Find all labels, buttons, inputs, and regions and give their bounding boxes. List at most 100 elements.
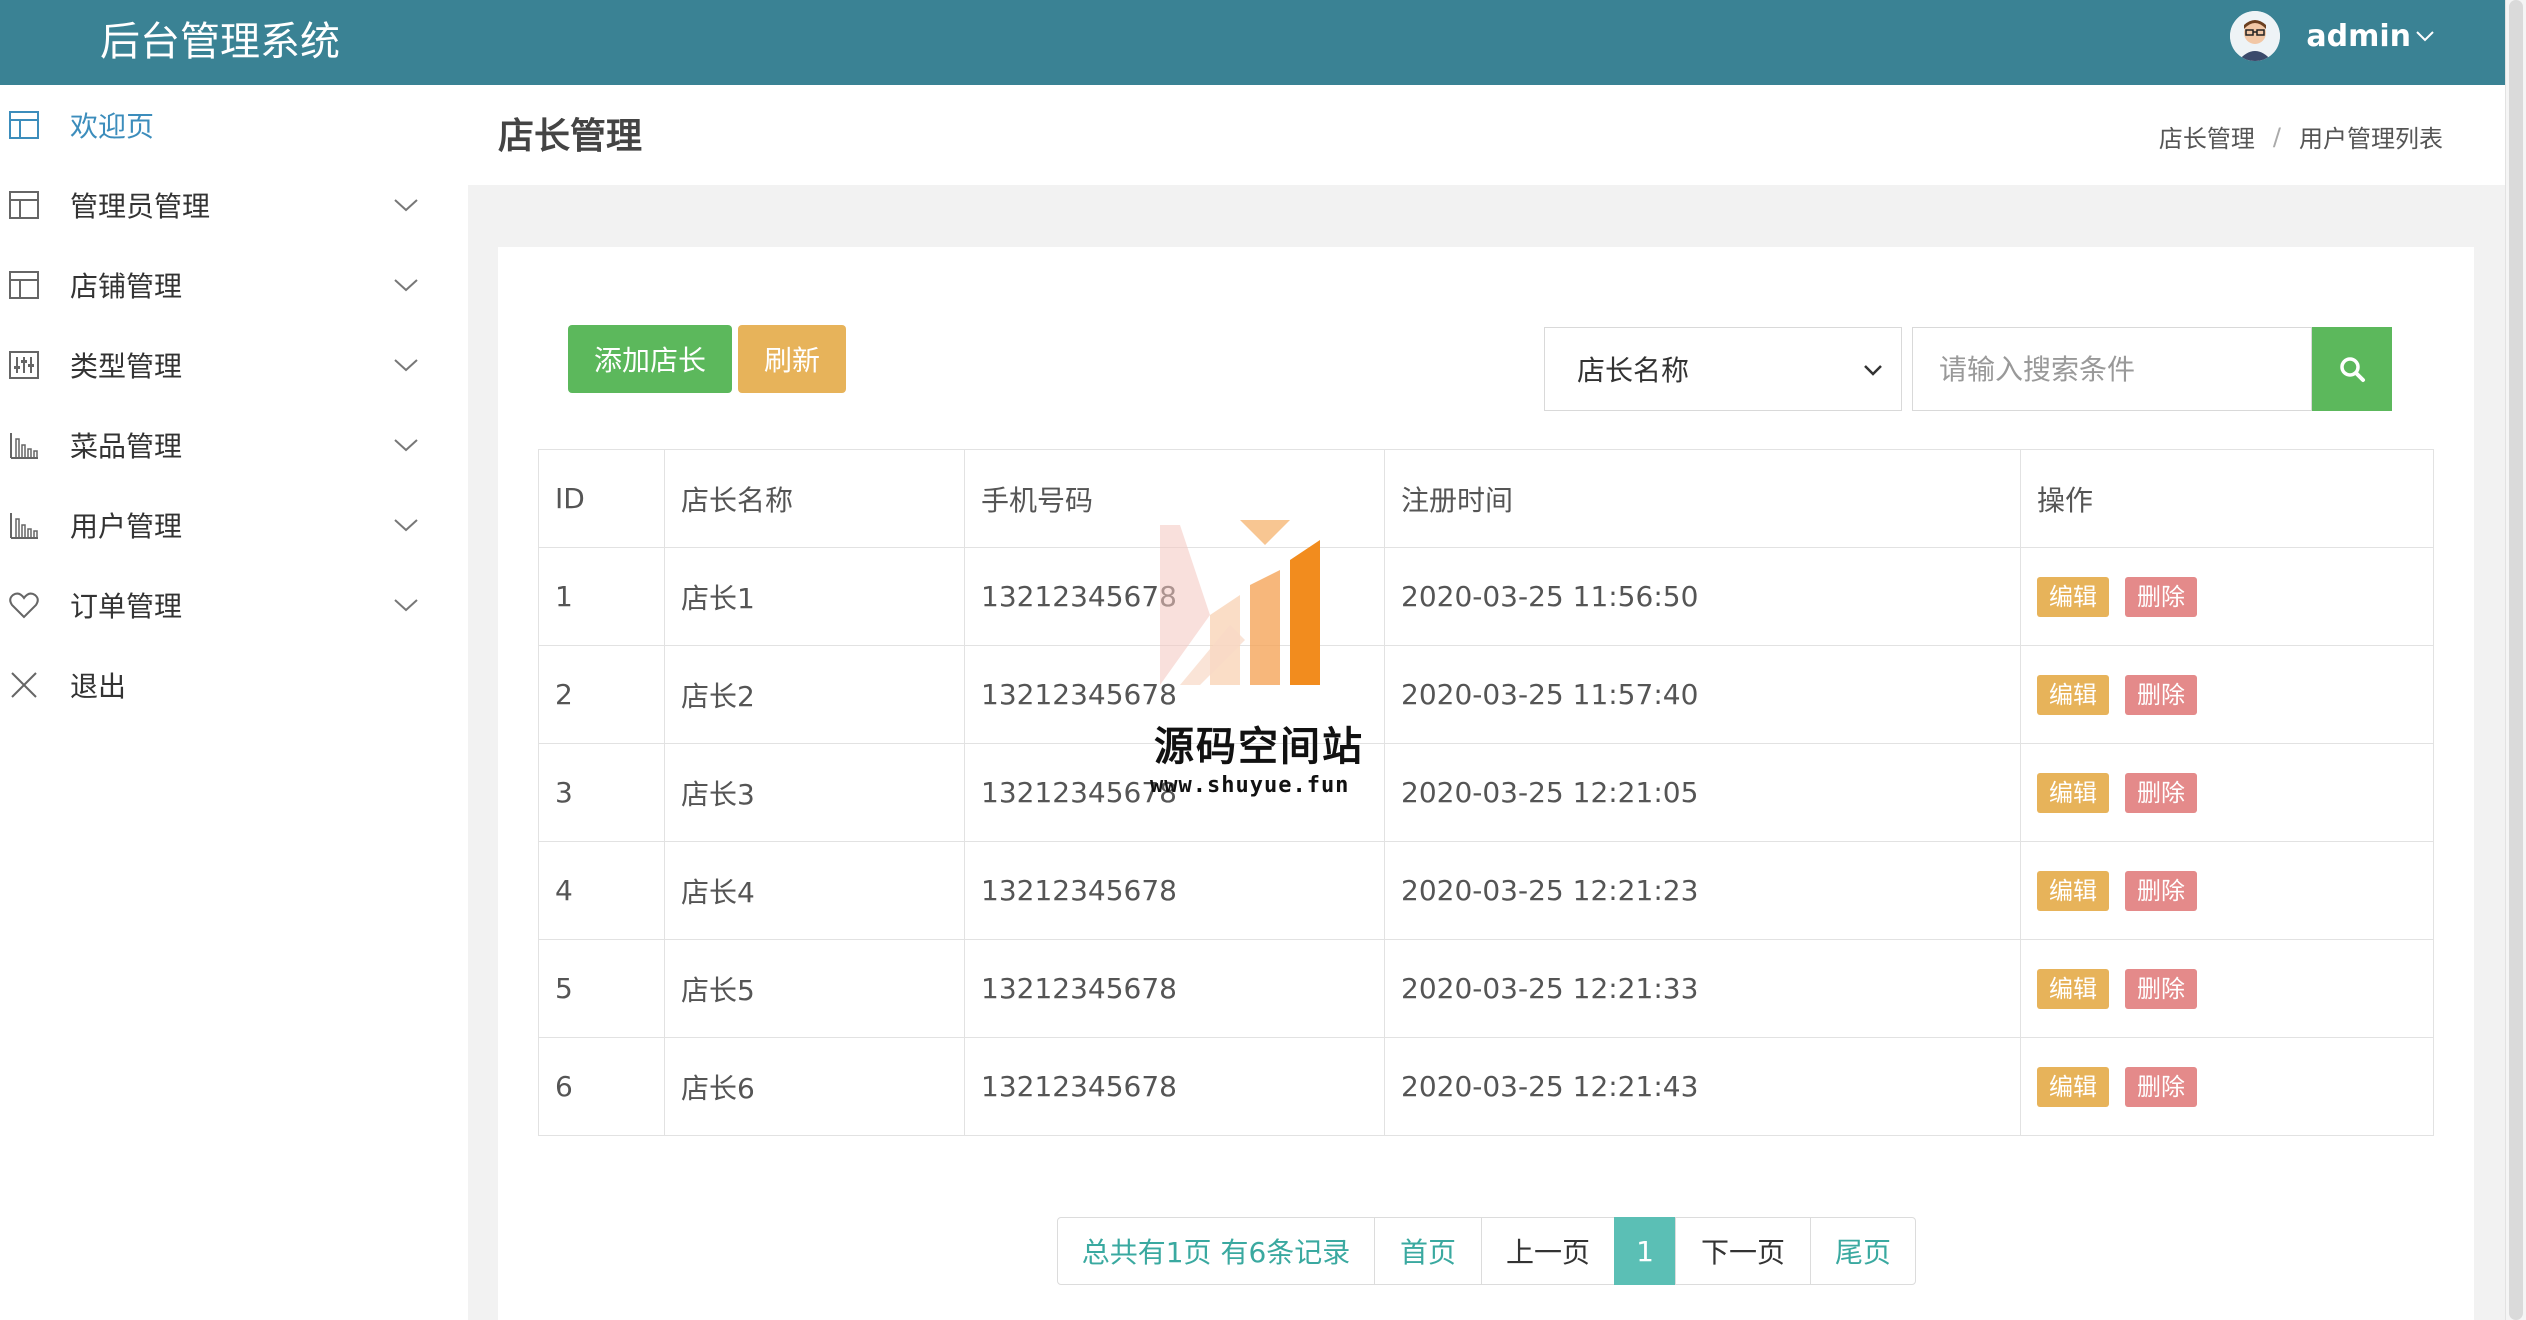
cell-phone: 13212345678 (964, 939, 1385, 1038)
cell-phone: 13212345678 (964, 841, 1385, 940)
edit-button[interactable]: 编辑 (2037, 1066, 2109, 1107)
cell-time: 2020-03-25 11:56:50 (1384, 547, 2021, 646)
sidebar: 欢迎页 管理员管理 店铺管理 类型管理 菜品管理 用户管理 订单管理 退出 (0, 85, 468, 1320)
chevron-down-icon (394, 519, 418, 532)
cell-name: 店长3 (664, 743, 965, 842)
sidebar-item-admins[interactable]: 管理员管理 (0, 165, 468, 245)
search-button[interactable] (2312, 327, 2392, 411)
column-header-id: ID (538, 449, 665, 548)
chevron-down-icon (394, 599, 418, 612)
table-row: 5 店长5 13212345678 2020-03-25 12:21:33 编辑… (538, 939, 2434, 1038)
last-page-button[interactable]: 尾页 (1810, 1217, 1916, 1285)
breadcrumb-item[interactable]: 店长管理 (2159, 119, 2255, 154)
content-area: 添加店长 刷新 店长名称 ID 店长名称 手机号码 注册时间 操作 1 (468, 185, 2505, 1320)
sidebar-item-label: 菜品管理 (70, 430, 183, 463)
chevron-down-icon (394, 279, 418, 292)
delete-button[interactable]: 删除 (2125, 968, 2197, 1009)
delete-button[interactable]: 删除 (2125, 674, 2197, 715)
content-card: 添加店长 刷新 店长名称 ID 店长名称 手机号码 注册时间 操作 1 (498, 247, 2474, 1320)
edit-button[interactable]: 编辑 (2037, 576, 2109, 617)
cell-time: 2020-03-25 11:57:40 (1384, 645, 2021, 744)
delete-button[interactable]: 删除 (2125, 772, 2197, 813)
sidebar-item-types[interactable]: 类型管理 (0, 325, 468, 405)
edit-button[interactable]: 编辑 (2037, 968, 2109, 1009)
managers-table: ID 店长名称 手机号码 注册时间 操作 1 店长1 13212345678 2… (538, 449, 2434, 1136)
scrollbar-thumb[interactable] (2509, 0, 2523, 1320)
search-field-select[interactable]: 店长名称 (1544, 327, 1902, 411)
delete-button[interactable]: 删除 (2125, 576, 2197, 617)
table-row: 2 店长2 13212345678 2020-03-25 11:57:40 编辑… (538, 645, 2434, 744)
delete-button[interactable]: 删除 (2125, 1066, 2197, 1107)
cell-id: 3 (538, 743, 665, 842)
cell-actions: 编辑 删除 (2020, 939, 2434, 1038)
sidebar-item-orders[interactable]: 订单管理 (0, 565, 468, 645)
page-title: 店长管理 (498, 116, 643, 157)
cell-id: 5 (538, 939, 665, 1038)
cell-phone: 13212345678 (964, 547, 1385, 646)
sidebar-item-label: 店铺管理 (70, 270, 183, 303)
cell-time: 2020-03-25 12:21:23 (1384, 841, 2021, 940)
cell-actions: 编辑 删除 (2020, 743, 2434, 842)
sidebar-item-dishes[interactable]: 菜品管理 (0, 405, 468, 485)
cell-name: 店长5 (664, 939, 965, 1038)
cell-actions: 编辑 删除 (2020, 645, 2434, 744)
watermark-title: 源码空间站 (1154, 724, 1364, 770)
user-menu[interactable]: admin (2230, 6, 2435, 66)
page-header: 店长管理 店长管理 / 用户管理列表 (468, 85, 2505, 185)
next-page-button[interactable]: 下一页 (1675, 1217, 1811, 1285)
table-row: 6 店长6 13212345678 2020-03-25 12:21:43 编辑… (538, 1037, 2434, 1136)
sidebar-item-shops[interactable]: 店铺管理 (0, 245, 468, 325)
chevron-down-icon (394, 359, 418, 372)
table-row: 3 店长3 13212345678 2020-03-25 12:21:05 编辑… (538, 743, 2434, 842)
close-icon (11, 672, 37, 698)
cell-time: 2020-03-25 12:21:43 (1384, 1037, 2021, 1136)
edit-button[interactable]: 编辑 (2037, 870, 2109, 911)
cell-id: 4 (538, 841, 665, 940)
column-header-actions: 操作 (2020, 449, 2434, 548)
pagination-summary: 总共有1页 有6条记录 (1057, 1217, 1375, 1285)
edit-button[interactable]: 编辑 (2037, 674, 2109, 715)
breadcrumb-separator: / (2272, 122, 2281, 151)
cell-id: 1 (538, 547, 665, 646)
delete-button[interactable]: 删除 (2125, 870, 2197, 911)
sliders-icon (9, 351, 39, 379)
cell-name: 店长2 (664, 645, 965, 744)
current-page-button[interactable]: 1 (1614, 1217, 1676, 1285)
sidebar-item-welcome[interactable]: 欢迎页 (0, 85, 468, 165)
sidebar-item-users[interactable]: 用户管理 (0, 485, 468, 565)
sidebar-item-label: 用户管理 (70, 510, 183, 543)
cell-time: 2020-03-25 12:21:05 (1384, 743, 2021, 842)
layout-icon (9, 191, 39, 219)
column-header-time: 注册时间 (1384, 449, 2021, 548)
cell-actions: 编辑 删除 (2020, 1037, 2434, 1136)
cell-actions: 编辑 删除 (2020, 841, 2434, 940)
column-header-phone: 手机号码 (964, 449, 1385, 548)
search-field-value: 店长名称 (1577, 354, 1690, 387)
refresh-button[interactable]: 刷新 (738, 325, 846, 393)
sidebar-item-label: 退出 (70, 670, 127, 703)
cell-actions: 编辑 删除 (2020, 547, 2434, 646)
cell-id: 6 (538, 1037, 665, 1136)
chevron-down-icon (1864, 365, 1882, 376)
sidebar-item-logout[interactable]: 退出 (0, 645, 468, 725)
table-row: 4 店长4 13212345678 2020-03-25 12:21:23 编辑… (538, 841, 2434, 940)
prev-page-button[interactable]: 上一页 (1481, 1217, 1615, 1285)
search-icon (2340, 357, 2365, 382)
avatar[interactable] (2230, 11, 2281, 61)
top-header: 后台管理系统 admin (0, 0, 2505, 85)
add-manager-button[interactable]: 添加店长 (568, 325, 732, 393)
chevron-down-icon (2416, 31, 2434, 42)
sidebar-item-label: 订单管理 (70, 590, 183, 623)
cell-id: 2 (538, 645, 665, 744)
sidebar-item-label: 欢迎页 (70, 110, 155, 143)
table-row: 1 店长1 13212345678 2020-03-25 11:56:50 编辑… (538, 547, 2434, 646)
first-page-button[interactable]: 首页 (1374, 1217, 1482, 1285)
column-header-name: 店长名称 (664, 449, 965, 548)
app-title: 后台管理系统 (100, 19, 340, 65)
edit-button[interactable]: 编辑 (2037, 772, 2109, 813)
bar-chart-icon (10, 433, 38, 459)
page-scrollbar[interactable] (2505, 0, 2526, 1320)
search-input[interactable] (1912, 327, 2312, 411)
bar-chart-icon (10, 513, 38, 539)
table-header-row: ID 店长名称 手机号码 注册时间 操作 (538, 449, 2434, 548)
